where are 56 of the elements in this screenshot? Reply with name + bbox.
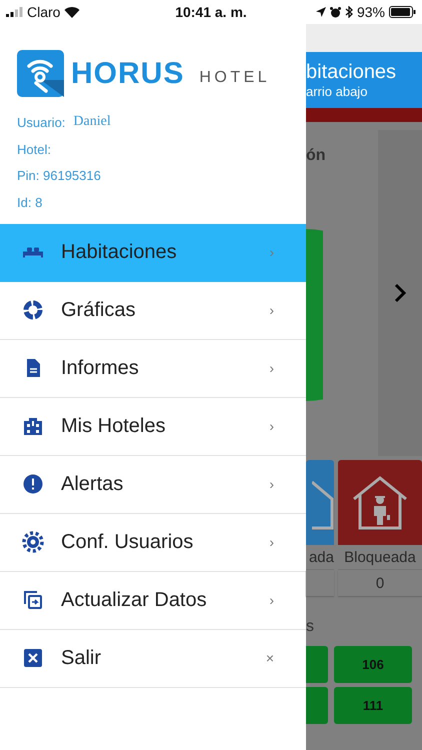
status-tile[interactable] xyxy=(306,460,334,545)
logo-icon xyxy=(17,50,64,97)
menu-item[interactable]: Salir × xyxy=(0,630,306,688)
menu-item[interactable]: Conf. Usuarios › xyxy=(0,514,306,572)
menu-item[interactable]: Mis Hoteles › xyxy=(0,398,306,456)
building-icon xyxy=(22,415,44,438)
logo-subtitle: HOTEL xyxy=(199,68,270,86)
menu-item[interactable]: Habitaciones › xyxy=(0,224,306,282)
header-title: bitaciones xyxy=(306,61,398,84)
battery-percent: 93% xyxy=(356,4,385,20)
menu-label: Habitaciones xyxy=(61,240,178,264)
donut-icon xyxy=(22,299,44,322)
chevron-icon: › xyxy=(269,476,274,492)
chevron-icon: › xyxy=(269,302,274,318)
tile-count: 0 xyxy=(376,574,384,592)
menu-label: Conf. Usuarios xyxy=(61,530,194,554)
chevron-icon: › xyxy=(269,534,274,550)
info-label: Pin: 96195316 xyxy=(17,168,101,184)
chevron-icon: › xyxy=(269,244,274,260)
menu-label: Gráficas xyxy=(61,298,136,322)
battery-icon xyxy=(388,6,416,18)
chevron-icon: › xyxy=(269,360,274,376)
menu-label: Salir xyxy=(61,646,102,670)
chevron-icon: × xyxy=(266,650,274,666)
menu-item[interactable]: Informes › xyxy=(0,340,306,398)
section-title: ón xyxy=(306,147,327,166)
bed-icon xyxy=(22,246,44,258)
tile-label: ada xyxy=(306,545,334,570)
chevron-icon: › xyxy=(269,418,274,434)
tile-label: Bloqueada xyxy=(338,545,422,570)
menu-item[interactable]: Alertas › xyxy=(0,456,306,514)
alert-icon xyxy=(22,473,44,496)
logo-brand: HORUS xyxy=(71,56,184,90)
alarm-icon xyxy=(330,6,341,18)
settings-icon xyxy=(22,531,44,554)
menu-label: Informes xyxy=(61,356,140,380)
info-value: Daniel xyxy=(73,114,111,130)
chevron-icon: › xyxy=(269,592,274,608)
close-icon xyxy=(22,647,44,670)
wifi-icon xyxy=(64,6,80,18)
section-title: s xyxy=(306,618,315,637)
signal-icon xyxy=(6,7,23,17)
clock-time: 10:41 a. m. xyxy=(175,4,247,20)
info-label: Hotel: xyxy=(17,142,51,157)
location-icon xyxy=(316,7,326,17)
status-tile[interactable] xyxy=(338,460,422,545)
menu-label: Actualizar Datos xyxy=(61,588,208,612)
bluetooth-icon xyxy=(344,6,353,18)
menu-label: Mis Hoteles xyxy=(61,414,166,438)
house-worker-icon xyxy=(351,474,409,530)
menu-label: Alertas xyxy=(61,472,124,496)
info-label: Id: 8 xyxy=(17,194,42,210)
carrier-name: Claro xyxy=(27,4,60,20)
refresh-icon xyxy=(22,589,44,612)
header-subtitle: arrio abajo xyxy=(306,84,368,99)
info-label: Usuario: xyxy=(17,114,66,130)
